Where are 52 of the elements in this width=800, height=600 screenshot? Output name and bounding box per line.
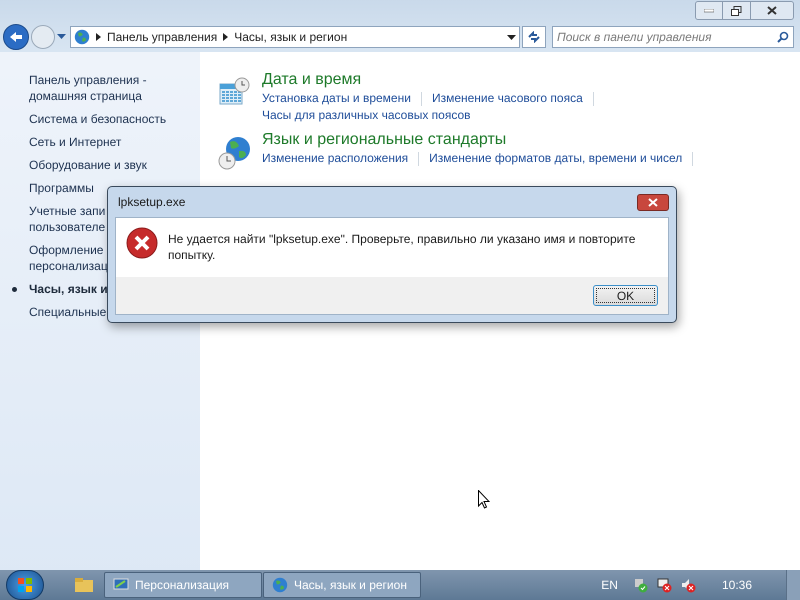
sidebar-link[interactable]: Оборудование и звук bbox=[29, 157, 147, 173]
task-link[interactable]: Изменение часового пояса bbox=[432, 90, 583, 107]
back-button[interactable] bbox=[3, 24, 29, 50]
network-disconnected-icon[interactable] bbox=[656, 577, 672, 593]
refresh-button[interactable] bbox=[522, 26, 546, 48]
breadcrumb-item[interactable]: Панель управления bbox=[107, 28, 218, 46]
sidebar-link[interactable]: Программы bbox=[29, 180, 94, 196]
minimize-icon bbox=[704, 8, 714, 12]
sidebar-link[interactable]: Специальные bbox=[29, 304, 106, 320]
close-button[interactable] bbox=[637, 194, 669, 210]
restore-button[interactable] bbox=[723, 1, 750, 20]
ok-button[interactable]: OK bbox=[593, 285, 658, 306]
back-arrow-icon bbox=[9, 31, 23, 43]
sidebar-link[interactable]: Часы, язык и bbox=[29, 281, 108, 297]
history-dropdown-icon[interactable] bbox=[57, 34, 66, 40]
sidebar-link[interactable]: Сеть и Интернет bbox=[29, 134, 122, 150]
sidebar-link[interactable]: Учетные запи пользователе bbox=[29, 203, 106, 235]
close-icon bbox=[767, 6, 777, 15]
task-link[interactable]: Изменение форматов даты, времени и чисел bbox=[429, 150, 682, 167]
control-panel-icon bbox=[74, 29, 90, 45]
sidebar-link[interactable]: Оформление персонализац bbox=[29, 242, 108, 274]
task-link[interactable]: Установка даты и времени bbox=[262, 90, 411, 107]
language-indicator[interactable]: EN bbox=[601, 576, 618, 594]
breadcrumb-arrow-icon[interactable] bbox=[96, 33, 101, 41]
windows-logo-icon bbox=[17, 577, 33, 593]
breadcrumb-item[interactable]: Часы, язык и регион bbox=[234, 28, 348, 46]
speaker-muted-icon[interactable] bbox=[680, 577, 696, 593]
address-bar[interactable]: Панель управления Часы, язык и регион bbox=[70, 26, 520, 48]
monitor-brush-icon bbox=[113, 578, 129, 592]
task-link[interactable]: Изменение расположения bbox=[262, 150, 408, 167]
task-link[interactable]: Часы для различных часовых поясов bbox=[262, 107, 471, 124]
sidebar-link[interactable]: Система и безопасность bbox=[29, 111, 166, 127]
sidebar-link[interactable]: Панель управления - домашняя страница bbox=[29, 72, 147, 104]
close-button[interactable] bbox=[750, 1, 794, 20]
folder-icon bbox=[75, 578, 93, 592]
search-field[interactable]: Поиск в панели управления bbox=[552, 26, 794, 48]
search-icon[interactable] bbox=[777, 31, 789, 43]
start-button[interactable] bbox=[6, 570, 44, 600]
refresh-arrows-icon bbox=[527, 31, 541, 43]
section-title-link[interactable]: Язык и региональные стандарты bbox=[262, 130, 704, 150]
error-icon bbox=[126, 227, 158, 259]
dialog-title: lpksetup.exe bbox=[117, 194, 186, 211]
clock[interactable]: 10:36 bbox=[722, 576, 752, 594]
restore-icon bbox=[731, 6, 742, 16]
breadcrumb-arrow-icon[interactable] bbox=[223, 33, 228, 41]
error-message: Не удается найти "lpksetup.exe". Проверьте, правильно ли указано имя и повторите попытку. bbox=[168, 231, 636, 263]
close-icon bbox=[648, 198, 658, 206]
mouse-pointer-icon bbox=[478, 490, 490, 509]
dropdown-arrow-icon[interactable] bbox=[507, 34, 516, 40]
section-title-link[interactable]: Дата и время bbox=[262, 70, 604, 90]
globe-clock-icon bbox=[218, 136, 252, 170]
globe-icon bbox=[272, 577, 288, 593]
